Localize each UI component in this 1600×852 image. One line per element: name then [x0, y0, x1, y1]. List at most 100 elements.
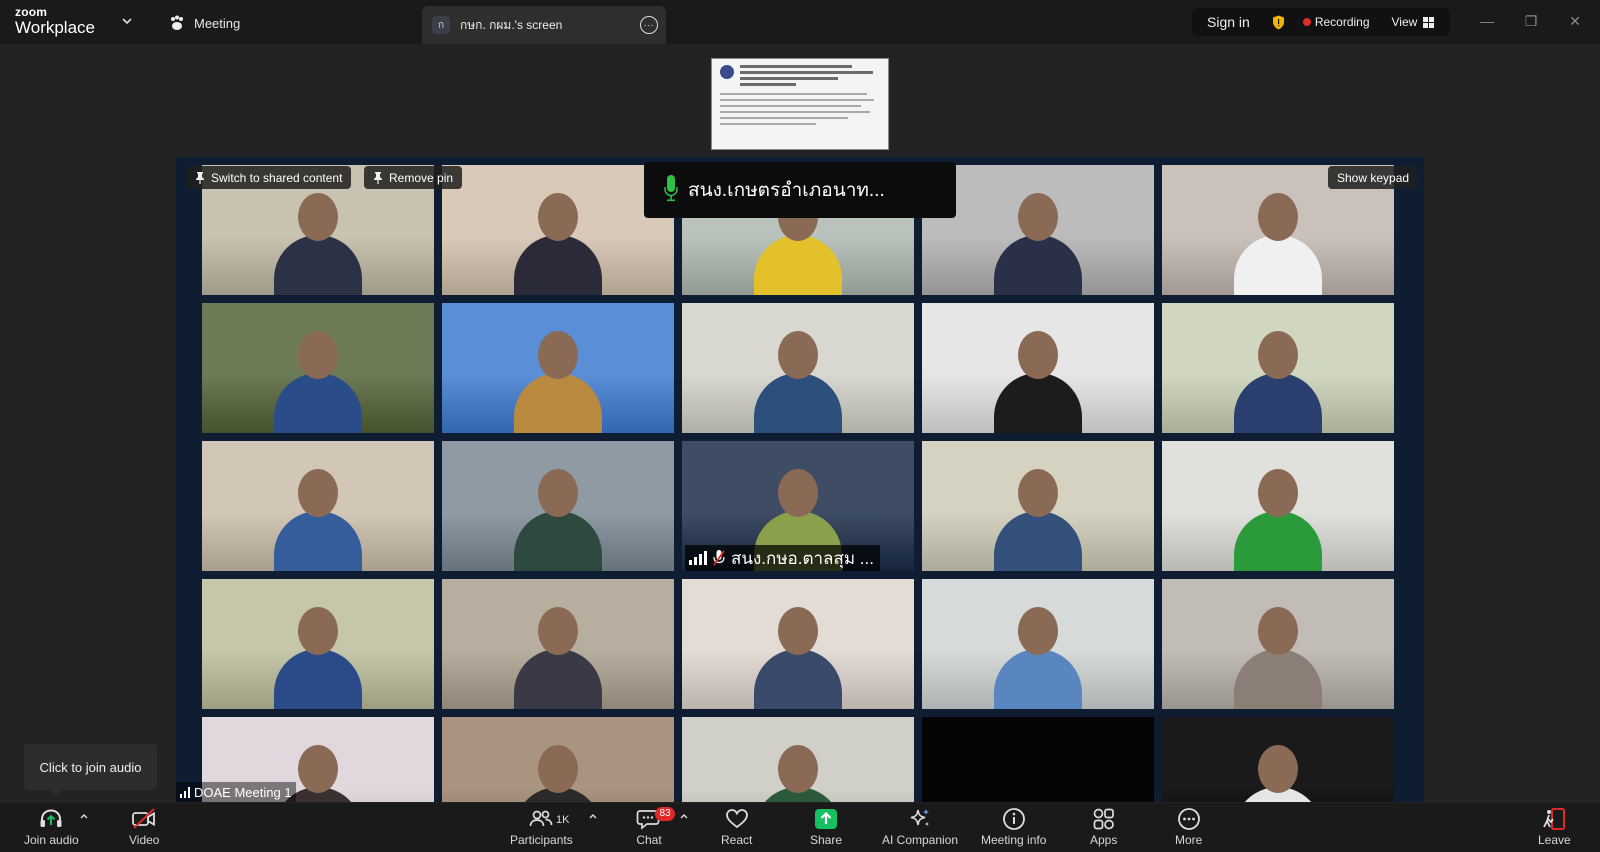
- headphones-icon: [40, 809, 62, 827]
- video-tile[interactable]: [922, 579, 1154, 709]
- participant-head: [298, 193, 338, 241]
- participant-silhouette: [754, 649, 842, 709]
- participant-silhouette: [1234, 373, 1322, 433]
- participant-silhouette: [1234, 235, 1322, 295]
- microphone-icon: [664, 175, 678, 202]
- participants-caret-icon[interactable]: [588, 812, 598, 820]
- video-tile[interactable]: [202, 303, 434, 433]
- participant-head: [778, 607, 818, 655]
- video-tile[interactable]: [682, 579, 914, 709]
- audio-caret-icon[interactable]: [79, 812, 89, 820]
- top-right-controls: Sign in Recording View: [1192, 8, 1450, 36]
- video-tile[interactable]: [442, 303, 674, 433]
- video-tile[interactable]: [922, 717, 1154, 802]
- logo-line-1: zoom: [15, 5, 48, 19]
- participant-silhouette: [274, 235, 362, 295]
- participant-silhouette: [754, 373, 842, 433]
- participant-silhouette: [274, 373, 362, 433]
- share-button[interactable]: Share: [810, 807, 842, 847]
- meeting-info-label: Meeting info: [981, 833, 1047, 847]
- video-tile[interactable]: [442, 717, 674, 802]
- participant-silhouette: [1234, 511, 1322, 571]
- video-tile[interactable]: [922, 165, 1154, 295]
- ai-companion-button[interactable]: AI Companion: [882, 807, 958, 847]
- participant-head: [298, 469, 338, 517]
- active-speaker-banner: สนง.เกษตรอำเภอนาท...: [644, 162, 956, 218]
- chevron-down-icon[interactable]: [121, 15, 133, 27]
- video-tile[interactable]: [682, 717, 914, 802]
- tab-shared-screen[interactable]: ก กษก. กผม.'s screen ···: [422, 6, 666, 44]
- info-icon: [1002, 808, 1025, 830]
- more-options-icon[interactable]: ···: [640, 16, 658, 34]
- react-button[interactable]: React: [721, 807, 752, 847]
- title-bar: zoom Workplace Meeting ก กษก. กผม.'s scr…: [0, 0, 1600, 44]
- video-tile[interactable]: [202, 441, 434, 571]
- participant-silhouette: [1234, 649, 1322, 709]
- participant-head: [1018, 607, 1058, 655]
- paw-icon: [171, 15, 183, 30]
- video-off-icon: [132, 808, 156, 829]
- minimize-icon[interactable]: —: [1478, 12, 1496, 30]
- video-tile[interactable]: [1162, 441, 1394, 571]
- chat-caret-icon[interactable]: [679, 812, 689, 820]
- video-tile[interactable]: [682, 303, 914, 433]
- restore-icon[interactable]: ❐: [1522, 12, 1540, 30]
- network-status-text: DOAE Meeting 1: [194, 784, 292, 800]
- leave-icon: [1543, 808, 1566, 830]
- apps-button[interactable]: Apps: [1090, 807, 1117, 847]
- video-tile[interactable]: [1162, 579, 1394, 709]
- participants-label: Participants: [510, 833, 573, 847]
- show-keypad-button[interactable]: Show keypad: [1328, 166, 1419, 189]
- video-tile[interactable]: [202, 579, 434, 709]
- join-audio-label: Join audio: [24, 833, 79, 847]
- participant-head: [298, 331, 338, 379]
- active-speaker-name: สนง.เกษตรอำเภอนาท...: [688, 180, 885, 201]
- video-tile[interactable]: [442, 165, 674, 295]
- video-tile[interactable]: [1162, 717, 1394, 802]
- recording-indicator[interactable]: Recording: [1302, 15, 1370, 29]
- participant-name: สนง.กษอ.ตาลสุม ...: [731, 548, 874, 568]
- share-label: Share: [810, 833, 843, 847]
- participant-head: [538, 331, 578, 379]
- pin-icon: [374, 171, 382, 184]
- participants-icon: [529, 810, 553, 827]
- participant-head: [778, 331, 818, 379]
- participant-head: [1018, 331, 1058, 379]
- document-logo-icon: [720, 65, 734, 79]
- participant-silhouette: [994, 373, 1082, 433]
- video-tile[interactable]: [1162, 303, 1394, 433]
- switch-to-shared-content-button[interactable]: Switch to shared content: [186, 166, 352, 189]
- shield-icon[interactable]: [1272, 15, 1285, 30]
- ai-companion-label: AI Companion: [882, 833, 959, 847]
- close-icon[interactable]: ✕: [1566, 12, 1584, 30]
- chat-label: Chat: [636, 833, 662, 847]
- remove-pin-label: Remove pin: [389, 170, 454, 185]
- video-button[interactable]: Video: [129, 807, 159, 847]
- tab-avatar: ก: [432, 16, 450, 34]
- remove-pin-button[interactable]: Remove pin: [364, 166, 463, 189]
- video-tile[interactable]: [922, 441, 1154, 571]
- sign-in-button[interactable]: Sign in: [1207, 14, 1250, 30]
- participant-silhouette: [274, 511, 362, 571]
- switch-label: Switch to shared content: [211, 170, 343, 185]
- join-audio-button[interactable]: Join audio: [24, 807, 79, 847]
- meeting-button[interactable]: Meeting: [168, 11, 240, 35]
- participant-silhouette: [514, 235, 602, 295]
- participant-silhouette: [514, 649, 602, 709]
- meeting-info-button[interactable]: Meeting info: [981, 807, 1046, 847]
- video-tile[interactable]: [442, 579, 674, 709]
- video-tile[interactable]: [922, 303, 1154, 433]
- shared-content-thumbnail[interactable]: [711, 58, 889, 150]
- participant-silhouette: [754, 235, 842, 295]
- participant-head: [778, 469, 818, 517]
- recording-dot-icon: [1302, 18, 1311, 26]
- video-tile[interactable]: [442, 441, 674, 571]
- leave-button[interactable]: Leave: [1538, 807, 1571, 847]
- more-button[interactable]: More: [1175, 807, 1202, 847]
- chat-unread-badge: 83: [655, 807, 675, 821]
- network-status-label: DOAE Meeting 1: [176, 782, 296, 802]
- view-button[interactable]: View: [1392, 15, 1435, 29]
- participants-button[interactable]: Participants: [510, 807, 573, 847]
- participant-silhouette: [514, 511, 602, 571]
- recording-label: Recording: [1314, 15, 1370, 29]
